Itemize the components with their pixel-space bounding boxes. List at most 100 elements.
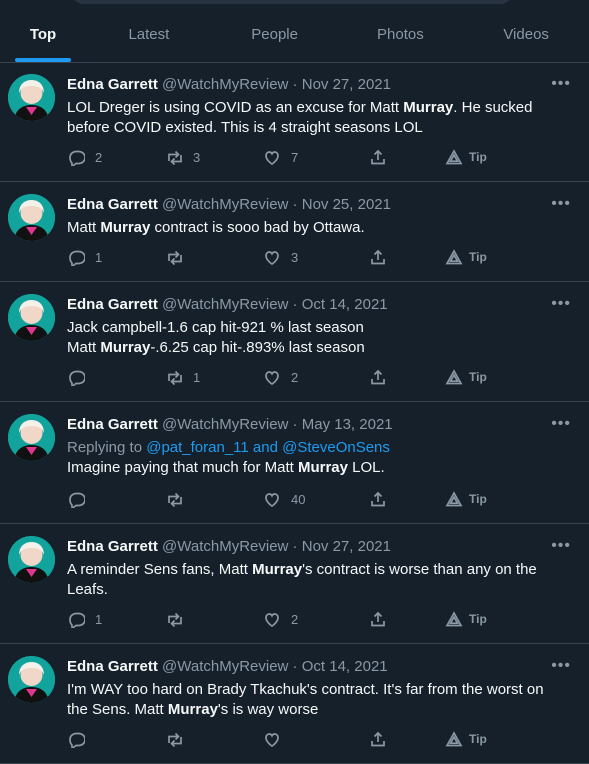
- more-options-icon[interactable]: •••: [551, 195, 571, 213]
- tab-latest[interactable]: Latest: [86, 0, 212, 62]
- author-name[interactable]: Edna Garrett: [67, 538, 158, 555]
- tweet-date[interactable]: Oct 14, 2021: [302, 658, 388, 675]
- text-segment: before COVID existed. This is 4 straight…: [67, 119, 423, 136]
- reply-button[interactable]: [67, 490, 95, 508]
- tab-videos[interactable]: Videos: [463, 0, 589, 62]
- more-options-icon[interactable]: •••: [551, 415, 571, 433]
- tab-label: Photos: [377, 25, 424, 43]
- retweet-button[interactable]: 1: [165, 368, 200, 386]
- replying-to: Replying to @pat_foran_11 and @SteveOnSe…: [67, 438, 567, 458]
- reply-button[interactable]: [67, 368, 95, 386]
- tip-icon: [445, 249, 463, 265]
- avatar[interactable]: [8, 194, 55, 241]
- tweet[interactable]: Edna Garrett @WatchMyReview · Oct 14, 20…: [0, 282, 589, 402]
- tweet-actions: 40 Tip: [67, 490, 567, 510]
- separator-dot: ·: [288, 196, 302, 213]
- author-name[interactable]: Edna Garrett: [67, 76, 158, 93]
- tweet-date[interactable]: Nov 25, 2021: [302, 196, 391, 213]
- author-name[interactable]: Edna Garrett: [67, 296, 158, 313]
- tweet-date[interactable]: May 13, 2021: [302, 416, 393, 433]
- tweet[interactable]: Edna Garrett @WatchMyReview · Nov 25, 20…: [0, 182, 589, 282]
- share-button[interactable]: [369, 490, 387, 508]
- share-button[interactable]: [369, 610, 387, 628]
- retweet-button[interactable]: 3: [165, 148, 200, 166]
- highlighted-term: Murray: [403, 99, 454, 116]
- like-button[interactable]: 2: [263, 368, 298, 386]
- text-segment: the Sens. Matt: [67, 701, 168, 718]
- text-segment: Leafs.: [67, 581, 108, 598]
- tweet-header: Edna Garrett @WatchMyReview · Nov 27, 20…: [67, 538, 391, 555]
- text-segment: 's contract is worse than any on the: [302, 561, 537, 578]
- author-name[interactable]: Edna Garrett: [67, 658, 158, 675]
- more-options-icon[interactable]: •••: [551, 75, 571, 93]
- tip-label: Tip: [469, 250, 487, 264]
- reply-count: 2: [95, 149, 103, 165]
- author-handle[interactable]: @WatchMyReview: [162, 196, 288, 213]
- tweet-actions: 1 2 Tip: [67, 610, 567, 630]
- tab-label: Videos: [503, 25, 549, 43]
- tip-icon: [445, 731, 463, 747]
- tweet[interactable]: Edna Garrett @WatchMyReview · Nov 27, 20…: [0, 62, 589, 182]
- retweet-button[interactable]: [165, 248, 193, 266]
- avatar[interactable]: [8, 294, 55, 341]
- avatar[interactable]: [8, 414, 55, 461]
- share-button[interactable]: [369, 730, 387, 748]
- share-icon: [371, 731, 385, 747]
- like-count: 40: [291, 491, 306, 507]
- tip-label: Tip: [469, 370, 487, 384]
- tip-button[interactable]: Tip: [445, 730, 487, 748]
- like-button[interactable]: 7: [263, 148, 298, 166]
- like-button[interactable]: 2: [263, 610, 298, 628]
- reply-button[interactable]: 2: [67, 148, 102, 166]
- tweet[interactable]: Edna Garrett @WatchMyReview · Nov 27, 20…: [0, 524, 589, 644]
- retweet-button[interactable]: [165, 730, 193, 748]
- reply-button[interactable]: 1: [67, 248, 102, 266]
- tip-icon: [445, 369, 463, 385]
- avatar[interactable]: [8, 656, 55, 703]
- author-handle[interactable]: @WatchMyReview: [162, 416, 288, 433]
- more-options-icon[interactable]: •••: [551, 657, 571, 675]
- reply-button[interactable]: [67, 730, 95, 748]
- tab-people[interactable]: People: [212, 0, 338, 62]
- tip-button[interactable]: Tip: [445, 610, 487, 628]
- tip-button[interactable]: Tip: [445, 148, 487, 166]
- author-name[interactable]: Edna Garrett: [67, 416, 158, 433]
- mention-link[interactable]: @pat_foran_11 and @SteveOnSens: [146, 439, 390, 456]
- retweet-icon: [168, 492, 182, 508]
- like-button[interactable]: 3: [263, 248, 298, 266]
- share-button[interactable]: [369, 368, 387, 386]
- author-handle[interactable]: @WatchMyReview: [162, 76, 288, 93]
- like-button[interactable]: [263, 730, 291, 748]
- author-handle[interactable]: @WatchMyReview: [162, 296, 288, 313]
- tip-button[interactable]: Tip: [445, 248, 487, 266]
- tab-photos[interactable]: Photos: [338, 0, 464, 62]
- author-handle[interactable]: @WatchMyReview: [162, 658, 288, 675]
- tweet[interactable]: Edna Garrett @WatchMyReview · Oct 14, 20…: [0, 644, 589, 764]
- tweet-date[interactable]: Nov 27, 2021: [302, 76, 391, 93]
- tip-button[interactable]: Tip: [445, 490, 487, 508]
- text-segment: I'm WAY too hard on Brady Tkachuk's cont…: [67, 681, 544, 698]
- share-button[interactable]: [369, 148, 387, 166]
- avatar[interactable]: [8, 74, 55, 121]
- author-name[interactable]: Edna Garrett: [67, 196, 158, 213]
- text-line: before COVID existed. This is 4 straight…: [67, 118, 567, 138]
- tip-button[interactable]: Tip: [445, 368, 487, 386]
- tab-top[interactable]: Top: [0, 0, 86, 62]
- tweet[interactable]: Edna Garrett @WatchMyReview · May 13, 20…: [0, 402, 589, 524]
- avatar[interactable]: [8, 536, 55, 583]
- retweet-button[interactable]: [165, 610, 193, 628]
- more-options-icon[interactable]: •••: [551, 295, 571, 313]
- share-button[interactable]: [369, 248, 387, 266]
- replying-prefix: Replying to: [67, 439, 147, 456]
- more-options-icon[interactable]: •••: [551, 537, 571, 555]
- text-segment: 's is way worse: [217, 701, 319, 718]
- like-button[interactable]: 40: [263, 490, 305, 508]
- tweet-date[interactable]: Nov 27, 2021: [302, 538, 391, 555]
- tip-label: Tip: [469, 612, 487, 626]
- reply-count: 1: [95, 249, 103, 265]
- tweet-date[interactable]: Oct 14, 2021: [302, 296, 388, 313]
- author-handle[interactable]: @WatchMyReview: [162, 538, 288, 555]
- tweet-actions: 1 2 Tip: [67, 368, 567, 388]
- reply-button[interactable]: 1: [67, 610, 102, 628]
- retweet-button[interactable]: [165, 490, 193, 508]
